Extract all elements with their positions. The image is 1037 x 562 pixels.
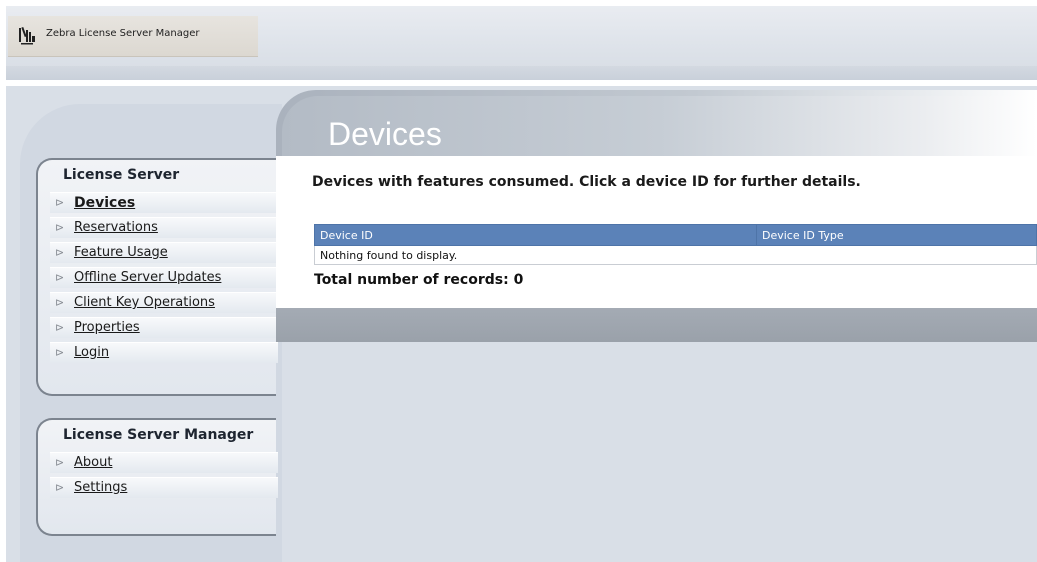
content-footer-bar (276, 308, 1037, 342)
app-window: Zebra License Server Manager License Ser… (0, 0, 1037, 562)
zebra-logo-icon (19, 26, 35, 45)
sidebar-item-devices[interactable]: ⊳ Devices (50, 192, 278, 213)
total-records: Total number of records: 0 (314, 272, 524, 288)
license-server-panel: License Server ⊳ Devices ⊳ Reservations … (36, 158, 278, 396)
license-server-manager-panel: License Server Manager ⊳ About ⊳ Setting… (36, 418, 278, 536)
sidebar-link-devices[interactable]: Devices (74, 193, 135, 213)
sidebar-item-client-key-operations[interactable]: ⊳ Client Key Operations (50, 292, 278, 313)
chevron-right-icon: ⊳ (55, 456, 65, 469)
sidebar-link-about[interactable]: About (74, 453, 112, 473)
sidebar-item-feature-usage[interactable]: ⊳ Feature Usage (50, 242, 278, 263)
column-header-device-id-type[interactable]: Device ID Type (756, 224, 1037, 246)
sidebar-link-settings[interactable]: Settings (74, 478, 127, 498)
sidebar-item-login[interactable]: ⊳ Login (50, 342, 278, 363)
empty-table-message: Nothing found to display. (314, 245, 1037, 265)
app-title: Zebra License Server Manager (46, 28, 200, 39)
brand-area: Zebra License Server Manager (8, 16, 258, 57)
header-strip (6, 66, 1037, 80)
sidebar-link-client-key-operations[interactable]: Client Key Operations (74, 293, 215, 313)
page-description: Devices with features consumed. Click a … (312, 174, 861, 190)
chevron-right-icon: ⊳ (55, 271, 65, 284)
page-title-tab-inner: Devices (282, 96, 1037, 156)
table-header-row: Device ID Device ID Type (314, 224, 1037, 246)
chevron-right-icon: ⊳ (55, 221, 65, 234)
license-server-manager-heading: License Server Manager (63, 427, 254, 443)
sidebar-link-offline-server-updates[interactable]: Offline Server Updates (74, 268, 221, 288)
main-content: Devices with features consumed. Click a … (276, 156, 1037, 308)
chevron-right-icon: ⊳ (55, 246, 65, 259)
chevron-right-icon: ⊳ (55, 296, 65, 309)
page-title: Devices (328, 116, 442, 152)
chevron-right-icon: ⊳ (55, 481, 65, 494)
sidebar-link-properties[interactable]: Properties (74, 318, 140, 338)
page-title-tab: Devices (276, 90, 1037, 156)
table-row: Nothing found to display. (314, 245, 1037, 265)
sidebar-item-reservations[interactable]: ⊳ Reservations (50, 217, 278, 238)
chevron-right-icon: ⊳ (55, 321, 65, 334)
chevron-right-icon: ⊳ (55, 196, 65, 209)
sidebar-item-settings[interactable]: ⊳ Settings (50, 477, 278, 498)
sidebar-item-about[interactable]: ⊳ About (50, 452, 278, 473)
sidebar-link-login[interactable]: Login (74, 343, 109, 363)
license-server-menu: ⊳ Devices ⊳ Reservations ⊳ Feature Usage… (50, 192, 278, 367)
column-header-device-id[interactable]: Device ID (314, 224, 757, 246)
chevron-right-icon: ⊳ (55, 346, 65, 359)
license-server-heading: License Server (63, 167, 180, 183)
devices-table: Device ID Device ID Type Nothing found t… (314, 224, 1037, 265)
license-server-manager-menu: ⊳ About ⊳ Settings (50, 452, 278, 502)
sidebar-item-offline-server-updates[interactable]: ⊳ Offline Server Updates (50, 267, 278, 288)
sidebar-link-reservations[interactable]: Reservations (74, 218, 158, 238)
sidebar-link-feature-usage[interactable]: Feature Usage (74, 243, 168, 263)
sidebar-item-properties[interactable]: ⊳ Properties (50, 317, 278, 338)
